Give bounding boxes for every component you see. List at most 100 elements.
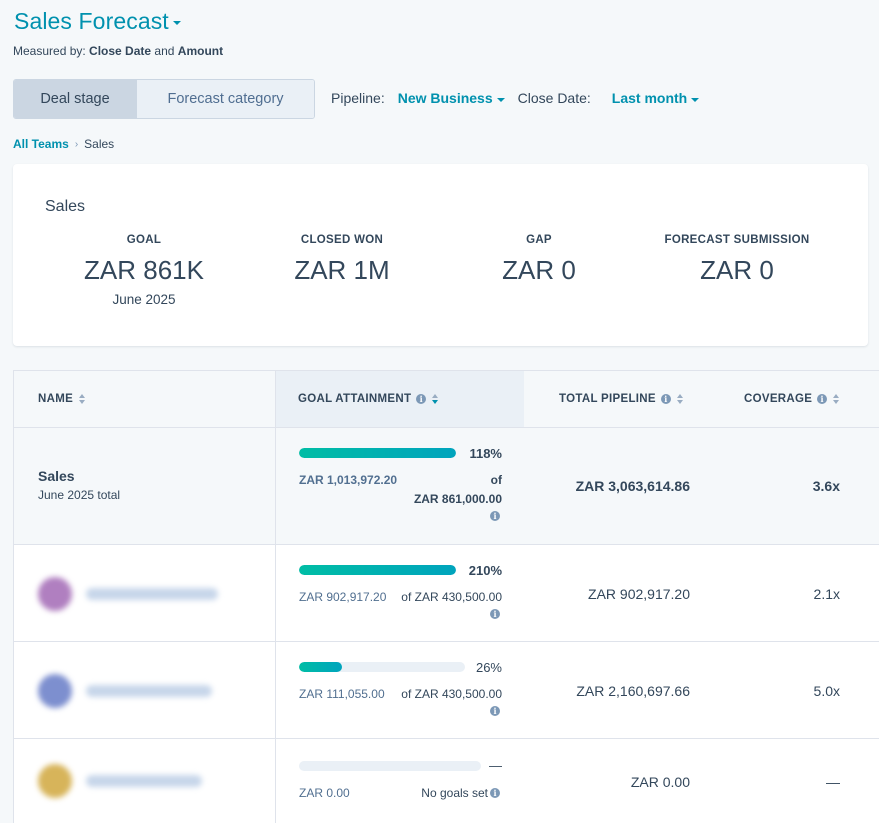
attainment-amount: ZAR 0.00: [299, 786, 350, 800]
table-row[interactable]: — ZAR 0.00 No goals set i ZAR 0.00 —: [14, 739, 879, 823]
chevron-right-icon: ›: [74, 138, 79, 150]
measured-prefix: Measured by:: [13, 44, 86, 58]
measured-by-text: Measured by: Close Date and Amount: [13, 44, 223, 58]
stat-value: ZAR 861K: [84, 255, 204, 285]
progress-bar-fill: [299, 565, 456, 575]
attainment-amount: ZAR 902,917.20: [299, 590, 387, 604]
coverage-value: 5.0x: [813, 683, 840, 699]
column-label: TOTAL PIPELINE: [559, 393, 656, 405]
breadcrumb: All Teams › Sales: [13, 137, 114, 151]
progress-bar: [299, 448, 456, 458]
progress-bar: [299, 662, 465, 672]
goal-amount: of ZAR 430,500.00: [401, 687, 502, 701]
measured-field-amount: Amount: [177, 44, 224, 58]
progress-bar-fill: [299, 448, 456, 458]
close-date-label: Close Date:: [517, 90, 591, 106]
column-label: NAME: [38, 393, 74, 405]
column-label: GOAL ATTAINMENT: [298, 393, 412, 405]
no-goals-text: No goals set: [421, 786, 488, 800]
blurred-user-name: [86, 685, 212, 697]
stat-gap: GAP ZAR 0: [464, 234, 614, 286]
stat-label: GOAL: [126, 234, 162, 246]
info-icon[interactable]: i: [817, 394, 828, 404]
stat-label: CLOSED WON: [300, 234, 384, 246]
column-header-total-pipeline[interactable]: TOTAL PIPELINE i: [559, 371, 683, 427]
deal-stage-tab[interactable]: Deal stage: [14, 80, 137, 118]
sort-icon: [676, 394, 683, 404]
view-toggle: Deal stage Forecast category: [13, 79, 315, 119]
close-date-dropdown[interactable]: Last month: [611, 90, 700, 106]
table-row-summary[interactable]: Sales June 2025 total 118% ZAR 1,013,972…: [14, 428, 879, 545]
attainment-percent: 26%: [475, 660, 502, 675]
forecast-title-dropdown[interactable]: Sales Forecast: [14, 8, 181, 35]
pipeline-dropdown[interactable]: New Business: [398, 90, 505, 106]
stat-goal: GOAL ZAR 861K June 2025: [69, 234, 219, 307]
progress-bar: [299, 565, 456, 575]
info-icon[interactable]: i: [490, 788, 500, 798]
progress-bar-fill: [299, 662, 343, 672]
attainment-percent: 118%: [469, 446, 502, 461]
info-icon[interactable]: i: [416, 394, 427, 404]
of-label: of: [490, 473, 502, 487]
row-sub: June 2025 total: [38, 488, 121, 502]
attainment-percent: 210%: [468, 563, 502, 578]
coverage-value: 3.6x: [812, 478, 840, 494]
measured-and: and: [154, 44, 175, 58]
coverage-value: —: [826, 774, 840, 790]
stat-value: ZAR 1M: [294, 255, 390, 285]
breadcrumb-all-teams[interactable]: All Teams: [13, 137, 69, 151]
total-pipeline: ZAR 902,917.20: [588, 586, 690, 602]
chevron-down-icon: [496, 97, 505, 102]
stat-label: GAP: [526, 234, 552, 246]
breadcrumb-current: Sales: [84, 137, 115, 151]
goal-amount: of ZAR 430,500.00: [401, 590, 502, 604]
total-pipeline: ZAR 0.00: [630, 774, 690, 790]
chevron-down-icon: [691, 97, 700, 102]
column-divider: [275, 371, 276, 823]
column-header-coverage[interactable]: COVERAGE i: [744, 371, 840, 427]
card-title: Sales: [45, 198, 86, 215]
attainment-amount: ZAR 1,013,972.20: [299, 473, 398, 487]
chevron-down-icon: [172, 21, 181, 25]
close-date-value: Last month: [611, 90, 688, 106]
column-label: COVERAGE: [744, 393, 813, 405]
total-pipeline: ZAR 3,063,614.86: [575, 478, 690, 494]
goal-amount: ZAR 861,000.00: [413, 492, 502, 506]
sort-icon: [79, 394, 86, 404]
column-header-name[interactable]: NAME: [38, 371, 86, 427]
sort-icon: [432, 394, 439, 404]
sort-icon: [833, 394, 840, 404]
table-row[interactable]: 26% ZAR 111,055.00 of ZAR 430,500.00 i Z…: [14, 642, 879, 739]
avatar: [38, 764, 72, 798]
stat-forecast-submission: FORECAST SUBMISSION ZAR 0: [637, 234, 837, 286]
avatar: [38, 674, 72, 708]
coverage-value: 2.1x: [813, 586, 840, 602]
filters-bar: Pipeline: New Business Close Date: Last …: [331, 90, 700, 106]
stat-closed-won: CLOSED WON ZAR 1M: [267, 234, 417, 286]
pipeline-label: Pipeline:: [331, 90, 385, 106]
row-name: Sales: [38, 468, 75, 484]
measured-field-close-date: Close Date: [89, 44, 152, 58]
attainment-amount: ZAR 111,055.00: [299, 687, 385, 701]
info-icon[interactable]: i: [490, 511, 500, 521]
info-icon[interactable]: i: [660, 394, 671, 404]
avatar: [38, 577, 72, 611]
summary-card: Sales GOAL ZAR 861K June 2025 CLOSED WON…: [13, 164, 868, 346]
blurred-user-name: [86, 588, 218, 600]
stat-label: FORECAST SUBMISSION: [664, 234, 810, 246]
stat-value: ZAR 0: [502, 255, 576, 285]
table-header: NAME GOAL ATTAINMENT i TOTAL PIPELINE i …: [14, 371, 879, 428]
forecast-table: NAME GOAL ATTAINMENT i TOTAL PIPELINE i …: [13, 370, 879, 823]
table-row[interactable]: 210% ZAR 902,917.20 of ZAR 430,500.00 i …: [14, 545, 879, 642]
blurred-user-name: [86, 775, 202, 787]
info-icon[interactable]: i: [490, 609, 500, 619]
forecast-category-tab[interactable]: Forecast category: [137, 80, 314, 118]
stat-value: ZAR 0: [700, 255, 774, 285]
pipeline-value: New Business: [397, 90, 493, 106]
column-header-goal-attainment[interactable]: GOAL ATTAINMENT i: [276, 371, 524, 427]
page-title: Sales Forecast: [14, 8, 169, 34]
attainment-percent: —: [489, 758, 502, 773]
info-icon[interactable]: i: [490, 706, 500, 716]
total-pipeline: ZAR 2,160,697.66: [576, 683, 690, 699]
stat-sub: June 2025: [112, 292, 176, 307]
